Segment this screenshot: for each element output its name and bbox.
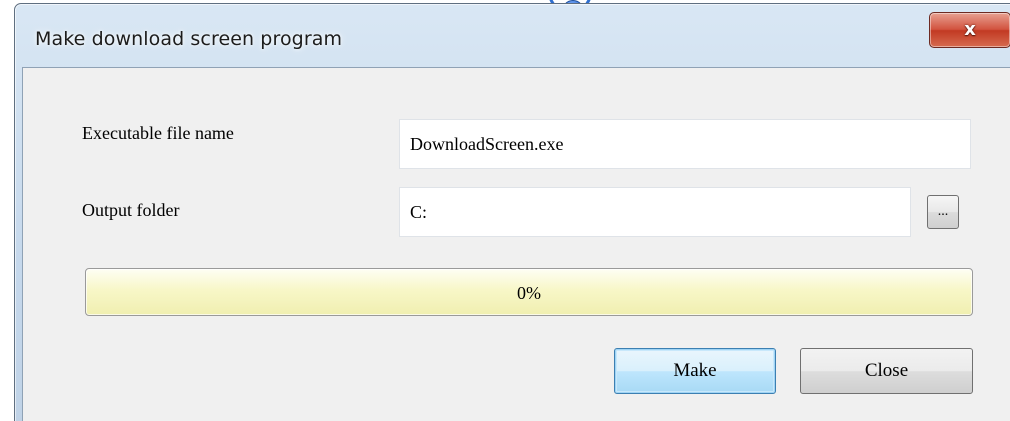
progress-bar: 0% [85, 268, 973, 316]
title-bar[interactable]: Make download screen program x [15, 4, 1010, 64]
output-folder-input[interactable] [399, 187, 911, 237]
close-icon: x [964, 19, 976, 40]
make-button[interactable]: Make [614, 348, 776, 394]
output-folder-label: Output folder [82, 200, 180, 220]
window-title: Make download screen program [35, 28, 343, 50]
progress-percent-text: 0% [517, 283, 541, 303]
window-close-button[interactable]: x [929, 12, 1010, 48]
dialog-body: Executable file name Output folder ... 0… [22, 67, 1010, 421]
exe-file-name-input[interactable] [399, 119, 971, 169]
browse-folder-button[interactable]: ... [927, 195, 959, 229]
close-button[interactable]: Close [800, 348, 973, 394]
dialog-window: Make download screen program x Executabl… [14, 3, 1010, 421]
exe-file-name-label: Executable file name [82, 123, 234, 143]
